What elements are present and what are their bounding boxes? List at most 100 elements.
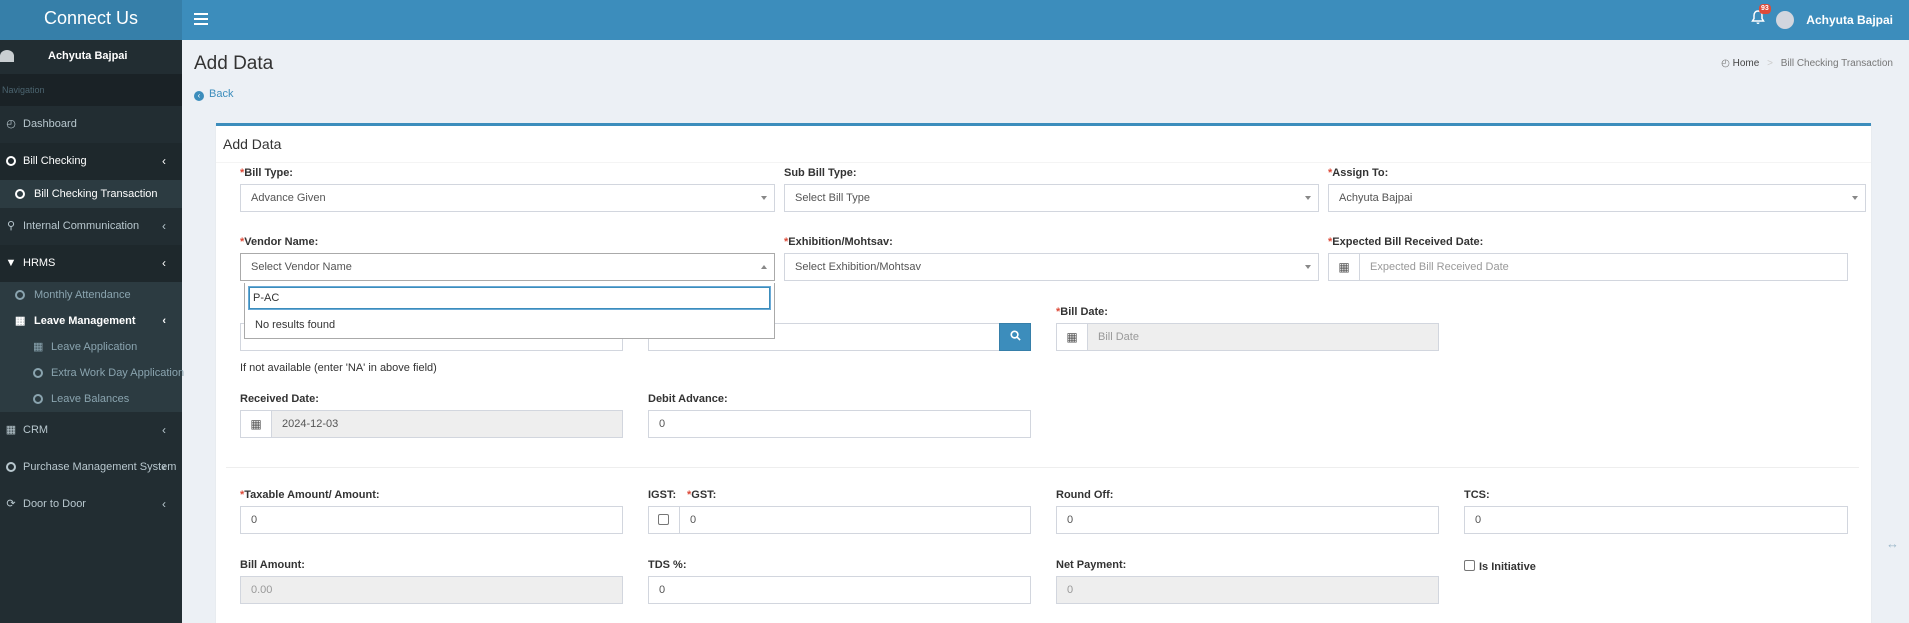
tcs-label: TCS: <box>1464 489 1490 501</box>
sidebar-item-bill-checking[interactable]: Bill Checking ‹ <box>0 143 182 180</box>
collapse-arrows-icon[interactable]: ↔ <box>1886 536 1899 551</box>
sidebar-item-monthly-attendance[interactable]: Monthly Attendance <box>0 282 182 308</box>
bill-date-input[interactable]: Bill Date <box>1087 323 1439 351</box>
sidebar: Achyuta Bajpai Navigation ◴ Dashboard Bi… <box>0 40 185 623</box>
sidebar-item-label: Leave Balances <box>51 393 130 405</box>
notifications-bell-icon[interactable]: 93 <box>1751 4 1771 28</box>
chevron-left-icon: ‹ <box>162 315 166 327</box>
bill-amount-label: Bill Amount: <box>240 559 305 571</box>
notification-count-badge: 93 <box>1759 4 1771 14</box>
sidebar-avatar <box>0 50 14 62</box>
sub-bill-type-select[interactable]: Select Bill Type <box>784 184 1319 212</box>
calendar-icon: ▦ <box>240 410 272 438</box>
sidebar-item-bill-checking-transaction[interactable]: Bill Checking Transaction <box>0 180 182 208</box>
vendor-dropdown: P-AC No results found <box>244 283 775 339</box>
vendor-name-select[interactable]: Select Vendor Name <box>240 253 775 281</box>
is-initiative-checkbox[interactable] <box>1464 560 1475 571</box>
user-menu[interactable]: Achyuta Bajpai <box>1776 0 1893 40</box>
sidebar-item-leave-application[interactable]: ▦ Leave Application <box>0 334 182 360</box>
sidebar-item-extra-work-day[interactable]: Extra Work Day Application <box>0 360 185 386</box>
caret-down-icon <box>1305 265 1311 269</box>
taxable-amount-label: *Taxable Amount/ Amount: <box>240 489 380 501</box>
net-payment-input: 0 <box>1056 576 1439 604</box>
sidebar-item-purchase-management[interactable]: Purchase Management System ‹ <box>0 449 182 486</box>
igst-label: IGST: <box>648 489 677 501</box>
expected-bill-date-input[interactable]: Expected Bill Received Date <box>1359 253 1848 281</box>
user-avatar <box>1776 11 1795 29</box>
sidebar-item-leave-balances[interactable]: Leave Balances <box>0 386 182 412</box>
dashboard-icon: ◴ <box>6 118 16 130</box>
search-button[interactable] <box>999 323 1031 351</box>
sidebar-item-internal-communication[interactable]: ⚲ Internal Communication ‹ <box>0 208 182 245</box>
sidebar-item-label: Purchase Management System <box>23 461 177 473</box>
caret-down-icon <box>761 196 767 200</box>
sidebar-item-label: Bill Checking <box>23 155 87 167</box>
circle-icon <box>33 386 43 412</box>
exhibition-select[interactable]: Select Exhibition/Mohtsav <box>784 253 1319 281</box>
bill-type-select[interactable]: Advance Given <box>240 184 775 212</box>
back-link[interactable]: ‹ Back <box>194 88 233 101</box>
page-title: Add Data <box>194 53 274 74</box>
round-off-label: Round Off: <box>1056 489 1114 501</box>
sidebar-item-hrms[interactable]: ▼ HRMS ‹ <box>0 245 182 282</box>
sidebar-item-dashboard[interactable]: ◴ Dashboard <box>0 106 182 143</box>
received-date-input[interactable]: 2024-12-03 <box>271 410 623 438</box>
sidebar-item-crm[interactable]: ▦ CRM ‹ <box>0 412 182 449</box>
gst-input[interactable]: 0 <box>679 506 1031 534</box>
assign-to-label: *Assign To: <box>1328 167 1389 179</box>
igst-checkbox-addon <box>648 506 680 534</box>
breadcrumb-home[interactable]: Home <box>1733 58 1760 69</box>
bill-type-label: *Bill Type: <box>240 167 293 179</box>
chevron-left-icon: ‹ <box>162 497 166 511</box>
table-icon: ▦ <box>15 315 26 327</box>
sidebar-item-label: Door to Door <box>23 498 86 510</box>
sidebar-item-label: Leave Application <box>51 341 138 353</box>
app-logo[interactable]: Connect Us <box>0 0 182 40</box>
breadcrumb-separator: > <box>1767 58 1773 69</box>
circle-icon <box>15 282 25 308</box>
dashboard-icon: ◴ <box>1721 58 1730 69</box>
circle-icon <box>5 449 17 486</box>
tds-input[interactable]: 0 <box>648 576 1031 604</box>
net-payment-label: Net Payment: <box>1056 559 1127 571</box>
bill-amount-input: 0.00 <box>240 576 623 604</box>
sidebar-item-label: HRMS <box>23 257 56 269</box>
debit-advance-input[interactable]: 0 <box>648 410 1031 438</box>
breadcrumb-current: Bill Checking Transaction <box>1780 58 1893 69</box>
round-off-input[interactable]: 0 <box>1056 506 1439 534</box>
tcs-input[interactable]: 0 <box>1464 506 1848 534</box>
sidebar-item-label: Internal Communication <box>23 220 140 232</box>
box-title: Add Data <box>223 136 282 152</box>
caret-up-icon <box>761 265 767 269</box>
tds-label: TDS %: <box>648 559 687 571</box>
sidebar-item-door-to-door[interactable]: ⟳ Door to Door ‹ <box>0 486 182 523</box>
assign-to-select[interactable]: Achyuta Bajpai <box>1328 184 1866 212</box>
calendar-icon: ▦ <box>1056 323 1088 351</box>
bill-date-label: *Bill Date: <box>1056 306 1108 318</box>
circle-icon <box>5 143 17 180</box>
filter-icon: ▼ <box>5 257 17 269</box>
sidebar-toggle-icon[interactable] <box>194 10 208 30</box>
nav-header: Navigation <box>0 74 182 106</box>
igst-checkbox[interactable] <box>658 514 669 525</box>
caret-down-icon <box>1305 196 1311 200</box>
sidebar-item-label: Extra Work Day Application <box>51 367 185 379</box>
sidebar-item-leave-management[interactable]: ▦ Leave Management ‹ <box>0 308 182 334</box>
sidebar-user-panel: Achyuta Bajpai <box>0 40 182 74</box>
refresh-icon: ⟳ <box>6 498 16 510</box>
sidebar-item-label: Dashboard <box>23 118 77 130</box>
user-menu-name: Achyuta Bajpai <box>1806 13 1893 27</box>
is-initiative-label: Is Initiative <box>1479 561 1536 573</box>
search-icon <box>1009 330 1021 341</box>
vendor-name-label: *Vendor Name: <box>240 236 319 248</box>
sub-bill-type-label: Sub Bill Type: <box>784 167 857 179</box>
vendor-dropdown-search-input[interactable]: P-AC <box>248 286 771 310</box>
section-divider <box>226 467 1859 468</box>
chevron-left-icon: ‹ <box>162 154 166 168</box>
circle-icon <box>15 180 25 208</box>
na-help-text: If not available (enter 'NA' in above fi… <box>240 362 437 374</box>
taxable-amount-input[interactable]: 0 <box>240 506 623 534</box>
sidebar-item-label: Bill Checking Transaction <box>34 188 158 200</box>
table-icon: ▦ <box>33 341 44 353</box>
debit-advance-label: Debit Advance: <box>648 393 728 405</box>
